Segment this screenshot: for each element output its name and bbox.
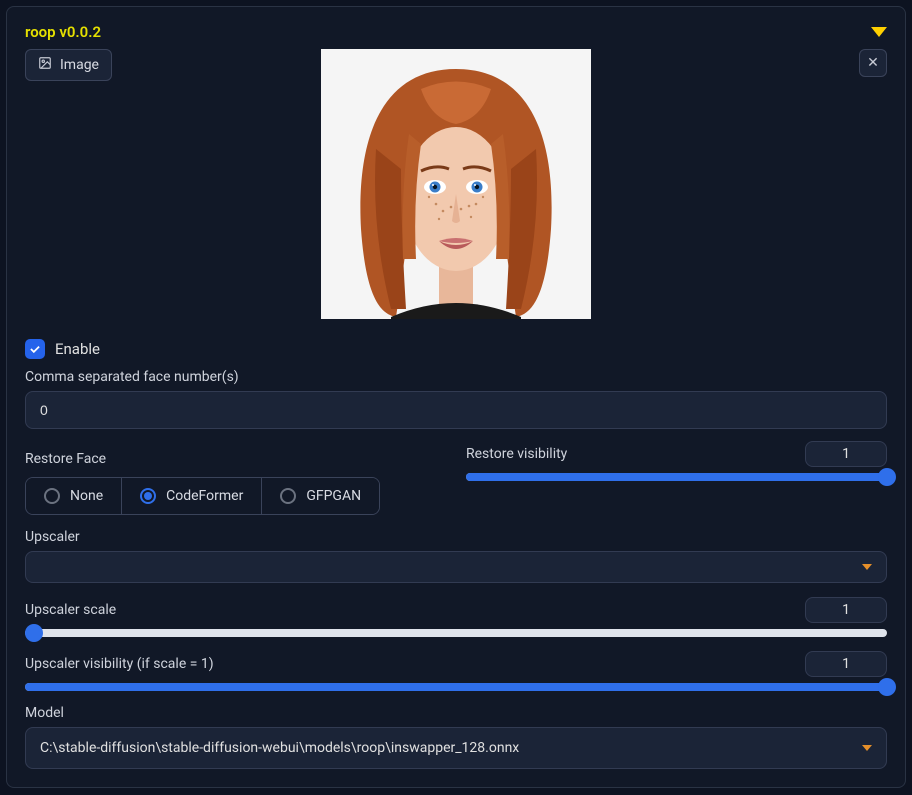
upscaler-select[interactable] <box>25 551 887 583</box>
enable-checkbox[interactable] <box>25 339 45 359</box>
radio-label: GFPGAN <box>306 488 361 504</box>
radio-label: None <box>70 488 103 504</box>
panel-header: roop v0.0.2 <box>25 23 887 41</box>
upscaler-scale-label: Upscaler scale <box>25 602 116 618</box>
panel-title: roop v0.0.2 <box>25 23 101 41</box>
radio-label: CodeFormer <box>166 488 243 504</box>
restore-visibility-section: Restore visibility 1 <box>466 441 887 515</box>
chevron-down-icon <box>862 745 872 751</box>
model-value: C:\stable-diffusion\stable-diffusion-web… <box>40 740 519 756</box>
image-icon <box>38 56 52 74</box>
upscaler-scale-slider[interactable] <box>25 629 887 637</box>
slider-thumb-icon[interactable] <box>878 678 896 696</box>
slider-thumb-icon[interactable] <box>878 468 896 486</box>
check-icon <box>28 342 42 356</box>
upscaler-visibility-slider[interactable] <box>25 683 887 691</box>
model-section: Model C:\stable-diffusion\stable-diffusi… <box>25 705 887 769</box>
restore-visibility-value[interactable]: 1 <box>805 441 887 467</box>
radio-icon <box>140 488 156 504</box>
image-tab-label: Image <box>60 57 99 73</box>
upscaler-visibility-value[interactable]: 1 <box>805 651 887 677</box>
radio-option-codeformer[interactable]: CodeFormer <box>122 478 262 514</box>
preview-image[interactable] <box>321 49 591 319</box>
close-button[interactable]: ✕ <box>859 49 887 77</box>
chevron-down-icon <box>862 564 872 570</box>
slider-thumb-icon[interactable] <box>25 624 43 642</box>
upscaler-scale-value[interactable]: 1 <box>805 597 887 623</box>
face-numbers-input[interactable] <box>25 391 887 429</box>
model-select[interactable]: C:\stable-diffusion\stable-diffusion-web… <box>25 727 887 769</box>
model-label: Model <box>25 705 887 721</box>
collapse-caret-icon[interactable] <box>871 27 887 37</box>
upscaler-section: Upscaler <box>25 529 887 583</box>
upscaler-visibility-label: Upscaler visibility (if scale = 1) <box>25 656 214 672</box>
radio-icon <box>280 488 296 504</box>
image-tab[interactable]: Image <box>25 49 112 81</box>
radio-option-none[interactable]: None <box>26 478 122 514</box>
radio-option-gfpgan[interactable]: GFPGAN <box>262 478 379 514</box>
restore-face-section: Restore Face None CodeFormer GFPGAN <box>25 441 446 515</box>
upscaler-scale-section: Upscaler scale 1 <box>25 597 887 637</box>
image-area: Image ✕ <box>25 49 887 329</box>
enable-label: Enable <box>55 340 100 358</box>
restore-visibility-label: Restore visibility <box>466 446 567 462</box>
upscaler-visibility-section: Upscaler visibility (if scale = 1) 1 <box>25 651 887 691</box>
roop-panel: roop v0.0.2 Image ✕ <box>6 6 906 788</box>
restore-face-label: Restore Face <box>25 451 446 467</box>
enable-row: Enable <box>25 339 887 359</box>
restore-visibility-slider[interactable] <box>466 473 887 481</box>
upscaler-label: Upscaler <box>25 529 887 545</box>
radio-icon <box>44 488 60 504</box>
face-numbers-label: Comma separated face number(s) <box>25 369 887 385</box>
close-icon: ✕ <box>867 55 879 71</box>
restore-face-radio-group: None CodeFormer GFPGAN <box>25 477 380 515</box>
